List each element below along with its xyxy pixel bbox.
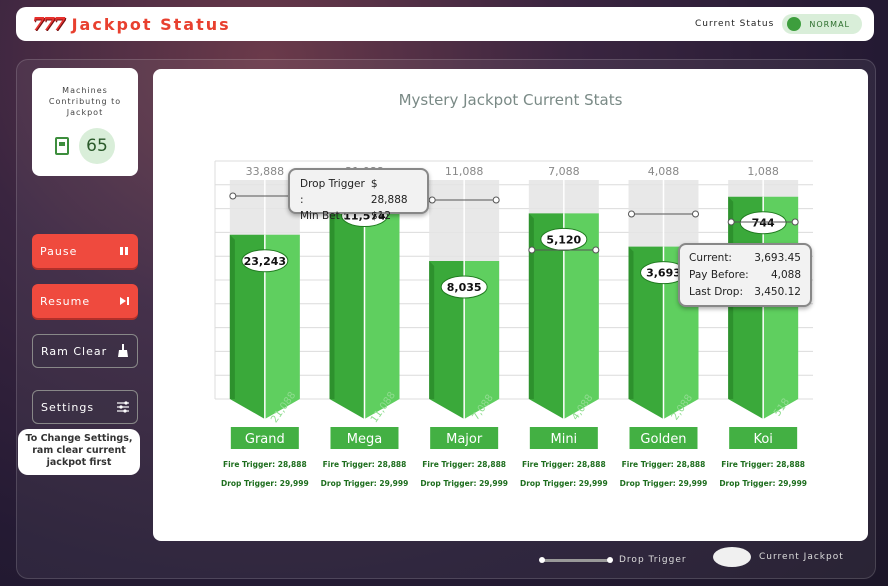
resume-icon	[118, 295, 130, 307]
drop-trigger-dot	[492, 196, 500, 204]
top-value-label: 33,888	[246, 165, 284, 178]
bar-edge	[628, 246, 634, 399]
drop-trigger-dot	[229, 192, 237, 200]
current-jackpot-tooltip: Current: 3,693.45 Pay Before: 4,088 Last…	[678, 243, 812, 307]
settings-label: Settings	[41, 400, 95, 414]
category-label: Mini	[550, 432, 577, 447]
machines-label: Machines Contributng to Jackpot	[48, 86, 122, 117]
top-value-label: 1,088	[747, 165, 779, 178]
bar-edge	[229, 234, 235, 399]
status-badge: NORMAL	[782, 14, 862, 34]
pay-before-value: 4,088	[770, 269, 801, 281]
sliders-icon	[117, 401, 129, 413]
top-value-label: 4,088	[648, 165, 680, 178]
machines-count: 65	[79, 128, 115, 164]
current-value-label: 5,120	[546, 233, 581, 246]
bar-edge	[429, 260, 435, 399]
status-dot-icon	[787, 17, 802, 31]
current-value: 3,693.45	[754, 252, 801, 264]
drop-trigger-label: Drop Trigger: 29,999	[420, 479, 508, 488]
min-bet-value: $12	[370, 210, 391, 222]
pause-label: Pause	[40, 244, 78, 258]
settings-tooltip: To Change Settings, ram clear current ja…	[18, 429, 140, 475]
category-label: Koi	[753, 432, 772, 447]
top-value-label: 11,088	[445, 165, 484, 178]
resume-button[interactable]: Resume	[32, 284, 138, 318]
last-drop-label: Last Drop:	[689, 286, 744, 298]
drop-trigger-dot	[727, 218, 735, 226]
drop-trigger-dot	[791, 218, 799, 226]
status-value: NORMAL	[809, 19, 850, 29]
drop-trigger-label: Drop Trigger :	[300, 178, 365, 206]
legend-current-jackpot-label: Current Jackpot	[759, 552, 844, 562]
drop-trigger-value: $ 28,888	[370, 178, 408, 206]
drop-trigger-dot	[592, 246, 600, 254]
current-value-label: 744	[752, 217, 775, 230]
status-label: Current Status	[694, 19, 775, 29]
min-bet-label: Min Bet :	[300, 210, 347, 222]
pause-button[interactable]: Pause	[32, 234, 138, 268]
category-label: Golden	[640, 432, 686, 447]
app-logo: 777 Jackpot Status	[32, 14, 231, 35]
drop-trigger-line-icon	[539, 556, 613, 563]
drop-trigger-dot	[428, 196, 436, 204]
status-section: Current Status NORMAL	[695, 14, 862, 34]
fire-trigger-label: Fire Trigger: 28,888	[323, 460, 407, 469]
bar-edge	[528, 213, 534, 399]
pause-icon	[118, 245, 130, 257]
current-jackpot-oval-icon	[713, 547, 751, 567]
drop-trigger-dot	[528, 246, 536, 254]
drop-trigger-label: Drop Trigger: 29,999	[620, 479, 708, 488]
drop-trigger-label: Drop Trigger: 29,999	[321, 479, 409, 488]
drop-trigger-dot	[628, 210, 635, 218]
top-value-label: 7,088	[548, 165, 580, 178]
drop-trigger-tooltip: Drop Trigger : $ 28,888 Min Bet : $12	[288, 168, 429, 222]
settings-button[interactable]: Settings	[32, 390, 138, 424]
last-drop-value: 3,450.12	[754, 286, 801, 298]
legend-drop-trigger: Drop Trigger	[539, 553, 687, 567]
slot-machine-icon	[55, 137, 69, 155]
ram-clear-label: Ram Clear	[41, 344, 108, 358]
drop-trigger-dot	[692, 210, 699, 218]
fire-trigger-label: Fire Trigger: 28,888	[223, 460, 307, 469]
app-title: Jackpot Status	[71, 14, 231, 34]
legend-current-jackpot: Current Jackpot	[713, 547, 844, 567]
pay-before-label: Pay Before:	[689, 269, 749, 281]
current-value-label: 8,035	[447, 281, 482, 294]
category-label: Grand	[245, 432, 285, 447]
broom-icon	[117, 344, 129, 357]
machines-card: Machines Contributng to Jackpot 65	[32, 68, 138, 176]
drop-trigger-label: Drop Trigger: 29,999	[520, 479, 608, 488]
drop-trigger-label: Drop Trigger: 29,999	[221, 479, 309, 488]
fire-trigger-label: Fire Trigger: 28,888	[622, 460, 706, 469]
current-label: Current:	[689, 252, 732, 264]
header-bar: 777 Jackpot Status Current Status NORMAL	[16, 7, 874, 41]
fire-trigger-label: Fire Trigger: 28,888	[422, 460, 506, 469]
fire-trigger-label: Fire Trigger: 28,888	[522, 460, 606, 469]
current-value-label: 3,693	[646, 267, 681, 280]
category-label: Major	[446, 432, 483, 447]
legend-drop-trigger-label: Drop Trigger	[619, 555, 687, 565]
fire-trigger-label: Fire Trigger: 28,888	[721, 460, 805, 469]
drop-trigger-label: Drop Trigger: 29,999	[719, 479, 807, 488]
sevens-logo-icon: 777	[32, 13, 66, 35]
resume-label: Resume	[40, 294, 91, 308]
ram-clear-button[interactable]: Ram Clear	[32, 334, 138, 368]
category-label: Mega	[347, 432, 382, 447]
current-value-label: 23,243	[244, 255, 286, 268]
